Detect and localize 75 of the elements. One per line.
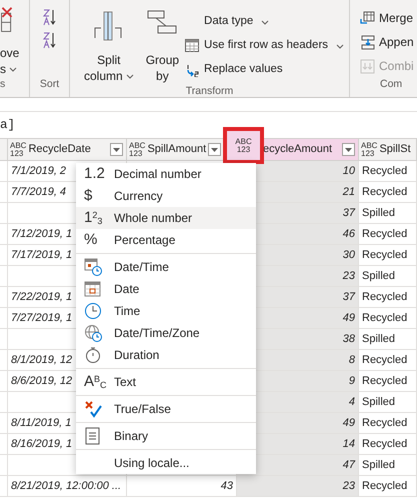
table-cell: Spilled [359, 203, 417, 224]
table-cell: Recycled [359, 182, 417, 203]
caret-icon [345, 148, 352, 152]
group-label: Sort [40, 77, 60, 92]
caret-icon [211, 148, 218, 152]
sort-descending-icon [42, 31, 56, 49]
table-cell: Spilled [359, 266, 417, 287]
ribbon-button[interactable]: Data type [185, 12, 344, 32]
table-cell: Recycled [359, 287, 417, 308]
formula-text: a] [0, 116, 16, 134]
table-cell: 8/21/2019, 12:00:00 ... [8, 476, 127, 497]
table-cell: Recycled [359, 434, 417, 455]
menu-item[interactable]: $ Currency [76, 185, 256, 207]
table-cell: Spilled [359, 392, 417, 413]
menu-item[interactable]: 1.2 Decimal number [76, 163, 256, 185]
table-cell: 43 [127, 476, 237, 497]
type-glyph-icon: 1.2 [84, 166, 105, 182]
table-cell: Recycled [359, 371, 417, 392]
table-cell: Recycled [359, 308, 417, 329]
ribbon-button[interactable]: Merge [360, 8, 417, 28]
remove-table-icon [0, 6, 14, 34]
type-icon[interactable]: ABC 123 [223, 127, 264, 164]
menu-item[interactable]: Date/Time/Zone [76, 322, 256, 344]
menu-item[interactable]: Date [76, 278, 256, 300]
combine-icon [360, 58, 375, 74]
table-cell: Recycled [359, 224, 417, 245]
table-cell: Recycled [359, 161, 417, 182]
menu-item[interactable]: Duration [76, 344, 256, 366]
table-icon [185, 39, 200, 53]
filter-button[interactable] [342, 143, 355, 156]
menu-item[interactable]: Time [76, 300, 256, 322]
globe-clock-icon [84, 324, 102, 342]
replace-icon [185, 63, 200, 77]
menu-item[interactable]: True/False [76, 398, 256, 420]
type-glyph-icon: $ [84, 188, 92, 204]
caret-icon [113, 148, 120, 152]
append-icon [360, 34, 375, 50]
stopwatch-icon [84, 346, 102, 364]
ribbon-button[interactable]: Replace values [185, 60, 344, 80]
group-label: s [0, 77, 6, 92]
ribbon-button[interactable]: Appen [360, 32, 417, 52]
filter-button[interactable] [110, 143, 123, 156]
calendar-icon [84, 280, 102, 298]
true-false-icon [84, 400, 102, 418]
ribbon-button[interactable]: ove s [0, 45, 29, 78]
table-cell: Spilled [359, 329, 417, 350]
table-cell: Recycled [359, 245, 417, 266]
group-label: Com [380, 77, 404, 92]
group-label: Transform [186, 84, 234, 97]
table-cell: Spilled [359, 455, 417, 476]
column-header[interactable]: RecycleDate [28, 141, 108, 158]
filter-button[interactable] [208, 143, 222, 156]
ribbon-button[interactable]: Group by [146, 0, 180, 84]
type-icon[interactable]: ABC 123 [129, 142, 146, 158]
column-header[interactable]: ecycleAmount [263, 141, 340, 158]
ribbon-button[interactable]: Use first row as headers [185, 36, 344, 56]
sort-ascending-icon [42, 8, 56, 26]
ribbon-button[interactable]: Split column [84, 0, 134, 84]
document-icon [84, 427, 102, 445]
date-time-icon [84, 258, 102, 276]
menu-item[interactable]: % Percentage [76, 229, 256, 251]
type-icon[interactable]: ABC 123 [361, 142, 378, 158]
menu-item[interactable]: Using locale... [76, 452, 256, 474]
menu-item[interactable]: A$^{B}$$_{C}$ Text [76, 371, 256, 393]
clock-icon [84, 302, 102, 320]
merge-icon [360, 10, 375, 26]
column-header[interactable]: SpillSt [379, 141, 416, 158]
type-glyph-icon: % [84, 232, 98, 248]
table-cell: Recycled [359, 413, 417, 434]
table-cell: Recycled [359, 350, 417, 371]
type-icon[interactable]: ABC 123 [10, 142, 26, 158]
table-cell: 23 [237, 476, 359, 497]
table-cell: Recycled [359, 476, 417, 497]
column-header[interactable]: SpillAmount [147, 141, 206, 158]
menu-item[interactable]: 1$^{2}$$_{3}$ Whole number [76, 207, 256, 229]
